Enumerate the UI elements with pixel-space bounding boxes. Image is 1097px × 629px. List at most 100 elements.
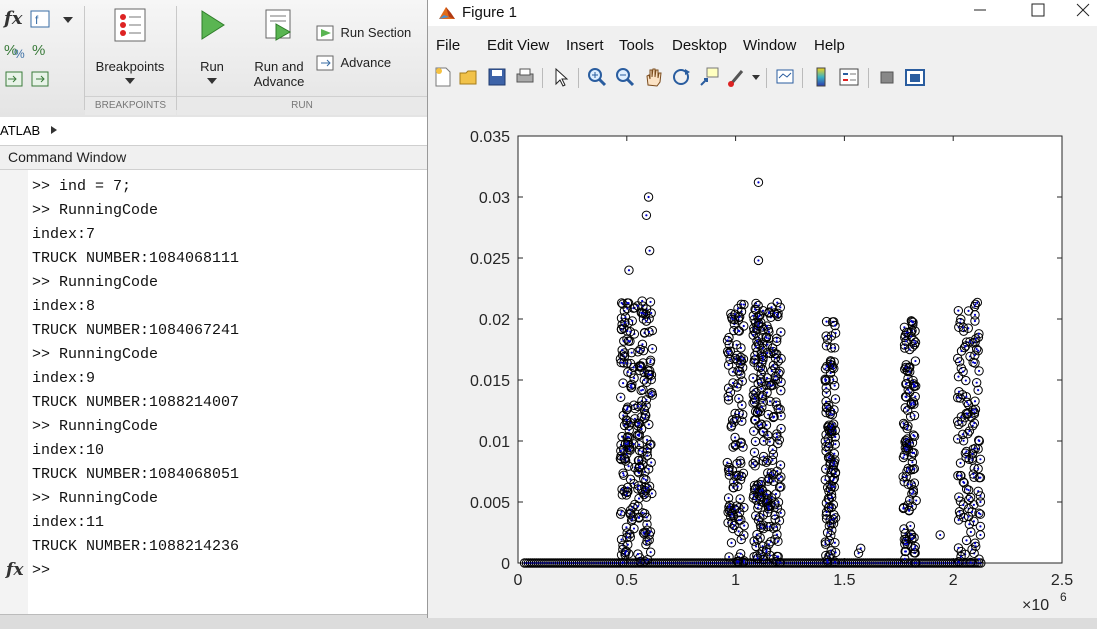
run-section-button[interactable]: Run Section (316, 24, 411, 42)
new-figure-icon[interactable] (432, 66, 454, 88)
figure-menubar: File Edit View Insert Tools Desktop Window Help (428, 33, 1097, 57)
uncomment-icon[interactable]: % (30, 40, 48, 59)
scatter-chart[interactable]: 0 0.5 1 1.5 2 2.5 0 0.005 0.01 0.015 0.02 0.025 0.03… (428, 96, 1097, 618)
figure-titlebar[interactable]: Figure 1 (428, 0, 1097, 26)
plot-area: 0 0.5 1 1.5 2 2.5 0 0.005 0.01 0.015 0.02 0.025 0.03… (428, 96, 1097, 618)
menu-desktop[interactable]: Desktop (672, 37, 727, 54)
scatter-point-center (639, 348, 642, 351)
scatter-point-center (647, 423, 650, 426)
menu-edit[interactable]: Edit (487, 37, 513, 54)
minimize-icon[interactable] (958, 1, 1002, 25)
open-file-icon[interactable] (458, 66, 480, 88)
command-window[interactable]: >> ind = 7; >> RunningCode index:7 TRUCK NU… (0, 170, 427, 614)
menu-help[interactable]: Help (814, 37, 845, 54)
current-folder-path[interactable]: ATLAB (0, 123, 40, 138)
command-prompt[interactable]: >> (32, 562, 50, 580)
run-and-advance-button[interactable]: Run and Advance (248, 8, 310, 89)
menu-view[interactable]: View (517, 37, 549, 54)
scatter-point-center (833, 324, 837, 327)
scatter-point-center (972, 361, 975, 364)
scatter-point-center (774, 400, 778, 404)
breakpoints-button[interactable]: Breakpoints (90, 8, 170, 89)
menu-window[interactable]: Window (743, 37, 796, 54)
pointer-icon[interactable] (550, 66, 572, 88)
scatter-point-center (625, 493, 628, 497)
scatter-point-center (768, 440, 771, 443)
figure-window: Figure 1 File Edit View Insert Tools Desktop W… (427, 0, 1097, 618)
scatter-point-center (641, 299, 644, 303)
scatter-point-center (956, 396, 959, 399)
print-icon[interactable] (514, 66, 536, 88)
scatter-point-center (914, 395, 917, 398)
hide-plot-tools-icon[interactable] (876, 66, 898, 88)
scatter-point-center (760, 387, 763, 390)
chevron-down-icon[interactable] (62, 12, 80, 28)
scatter-point-center (778, 370, 782, 373)
scatter-point-center (978, 439, 981, 443)
scatter-point-center (831, 413, 834, 416)
colorbar-icon[interactable] (810, 66, 832, 88)
scatter-point-center (740, 538, 743, 541)
menu-insert[interactable]: Insert (566, 37, 604, 54)
zoom-out-icon[interactable] (614, 66, 636, 88)
chevron-down-icon[interactable] (750, 66, 762, 88)
command-output-line: >> RunningCode (32, 418, 159, 435)
advance-button[interactable]: Advance (316, 54, 391, 72)
scatter-point-center (825, 378, 828, 382)
link-plot-icon[interactable] (774, 66, 796, 88)
save-icon[interactable] (486, 66, 508, 88)
comment-icon[interactable]: %% (4, 40, 25, 61)
scatter-point-center (628, 340, 632, 343)
scatter-point-center (970, 510, 974, 513)
data-cursor-icon[interactable] (698, 66, 720, 88)
scatter-point-center (736, 307, 740, 310)
scatter-point-center (632, 366, 635, 369)
insert-function-icon[interactable]: fx (4, 8, 22, 29)
scatter-point-center (910, 492, 913, 495)
section-format-icon[interactable]: f (30, 10, 50, 28)
indent-icon[interactable] (4, 70, 23, 87)
scatter-point-center (620, 510, 623, 513)
scatter-point-center (625, 536, 629, 539)
toolbar-separator (542, 68, 543, 88)
scatter-point-center (777, 501, 780, 504)
scatter-point-center (774, 357, 777, 360)
pan-icon[interactable] (642, 66, 664, 88)
scatter-point-center (915, 499, 918, 502)
scatter-point-center (630, 386, 633, 389)
scatter-point-center (969, 561, 972, 564)
scatter-point-center (775, 340, 778, 343)
group-label-run: RUN (177, 96, 427, 115)
scatter-point-center (775, 555, 779, 558)
chevron-right-icon[interactable] (50, 123, 58, 138)
smart-indent-icon[interactable] (30, 70, 49, 87)
close-icon[interactable] (1068, 1, 1097, 25)
scatter-point-center (834, 435, 837, 439)
current-folder-bar[interactable]: ATLAB (0, 117, 427, 146)
rotate-3d-icon[interactable] (670, 66, 692, 88)
scatter-point-center (753, 354, 756, 357)
command-window-title: Command Window (0, 146, 427, 170)
scatter-point-center (939, 533, 942, 537)
run-button[interactable]: Run (190, 8, 234, 89)
scatter-point-center (770, 369, 773, 373)
maximize-icon[interactable] (1016, 1, 1060, 25)
scatter-point-center (979, 500, 982, 504)
fx-prompt-icon[interactable]: fx (6, 560, 23, 580)
menu-file[interactable]: File (436, 37, 460, 54)
scatter-point-center (779, 331, 782, 334)
legend-icon[interactable] (838, 66, 860, 88)
menu-tools[interactable]: Tools (619, 37, 654, 54)
toolbar-separator (766, 68, 767, 88)
scatter-point-center (645, 398, 648, 401)
scatter-point-center (753, 396, 756, 399)
scatter-point-center (903, 543, 906, 546)
toolbar-separator (868, 68, 869, 88)
scatter-point-center (833, 346, 836, 349)
brush-icon[interactable] (726, 66, 748, 88)
scatter-point-center (977, 467, 980, 470)
scatter-point-center (754, 346, 758, 349)
scatter-point-center (975, 381, 978, 384)
show-plot-tools-icon[interactable] (904, 66, 926, 88)
zoom-in-icon[interactable] (586, 66, 608, 88)
